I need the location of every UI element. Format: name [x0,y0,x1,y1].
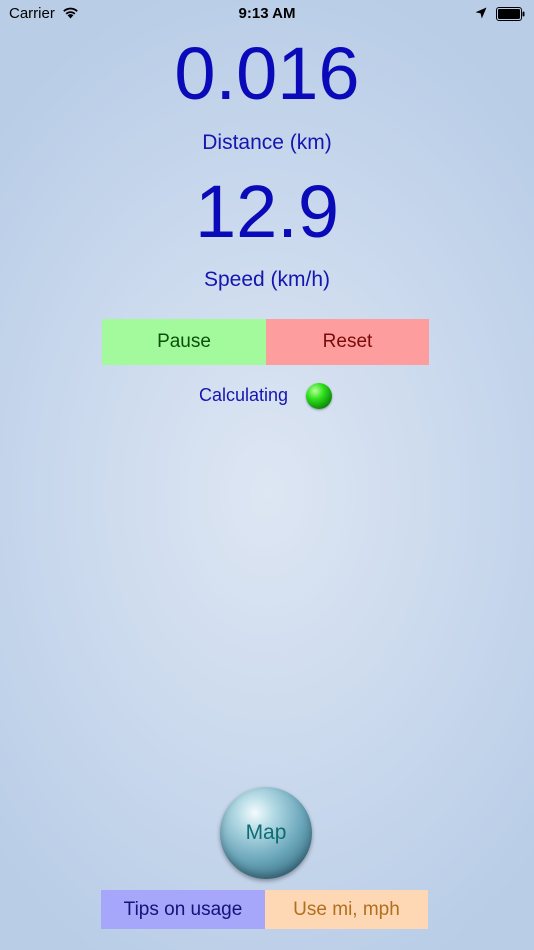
battery-icon [496,7,525,21]
calculating-label: Calculating [199,385,289,405]
speed-value: 12.9 [194,170,340,253]
reset-button[interactable]: Reset [266,319,429,365]
tips-on-usage-button[interactable]: Tips on usage [101,890,265,929]
speed-label: Speed (km/h) [203,268,331,291]
use-miles-button[interactable]: Use mi, mph [265,890,428,929]
distance-value: 0.016 [174,32,360,115]
map-button[interactable]: Map [220,787,312,879]
distance-label: Distance (km) [202,131,332,154]
status-bar: Carrier 9:13 AM [0,0,534,28]
status-indicator-icon [306,383,332,409]
clock-time: 9:13 AM [238,5,296,22]
pause-button[interactable]: Pause [102,319,266,365]
calculation-status: Calculating [0,382,534,410]
location-arrow-icon [475,7,487,19]
